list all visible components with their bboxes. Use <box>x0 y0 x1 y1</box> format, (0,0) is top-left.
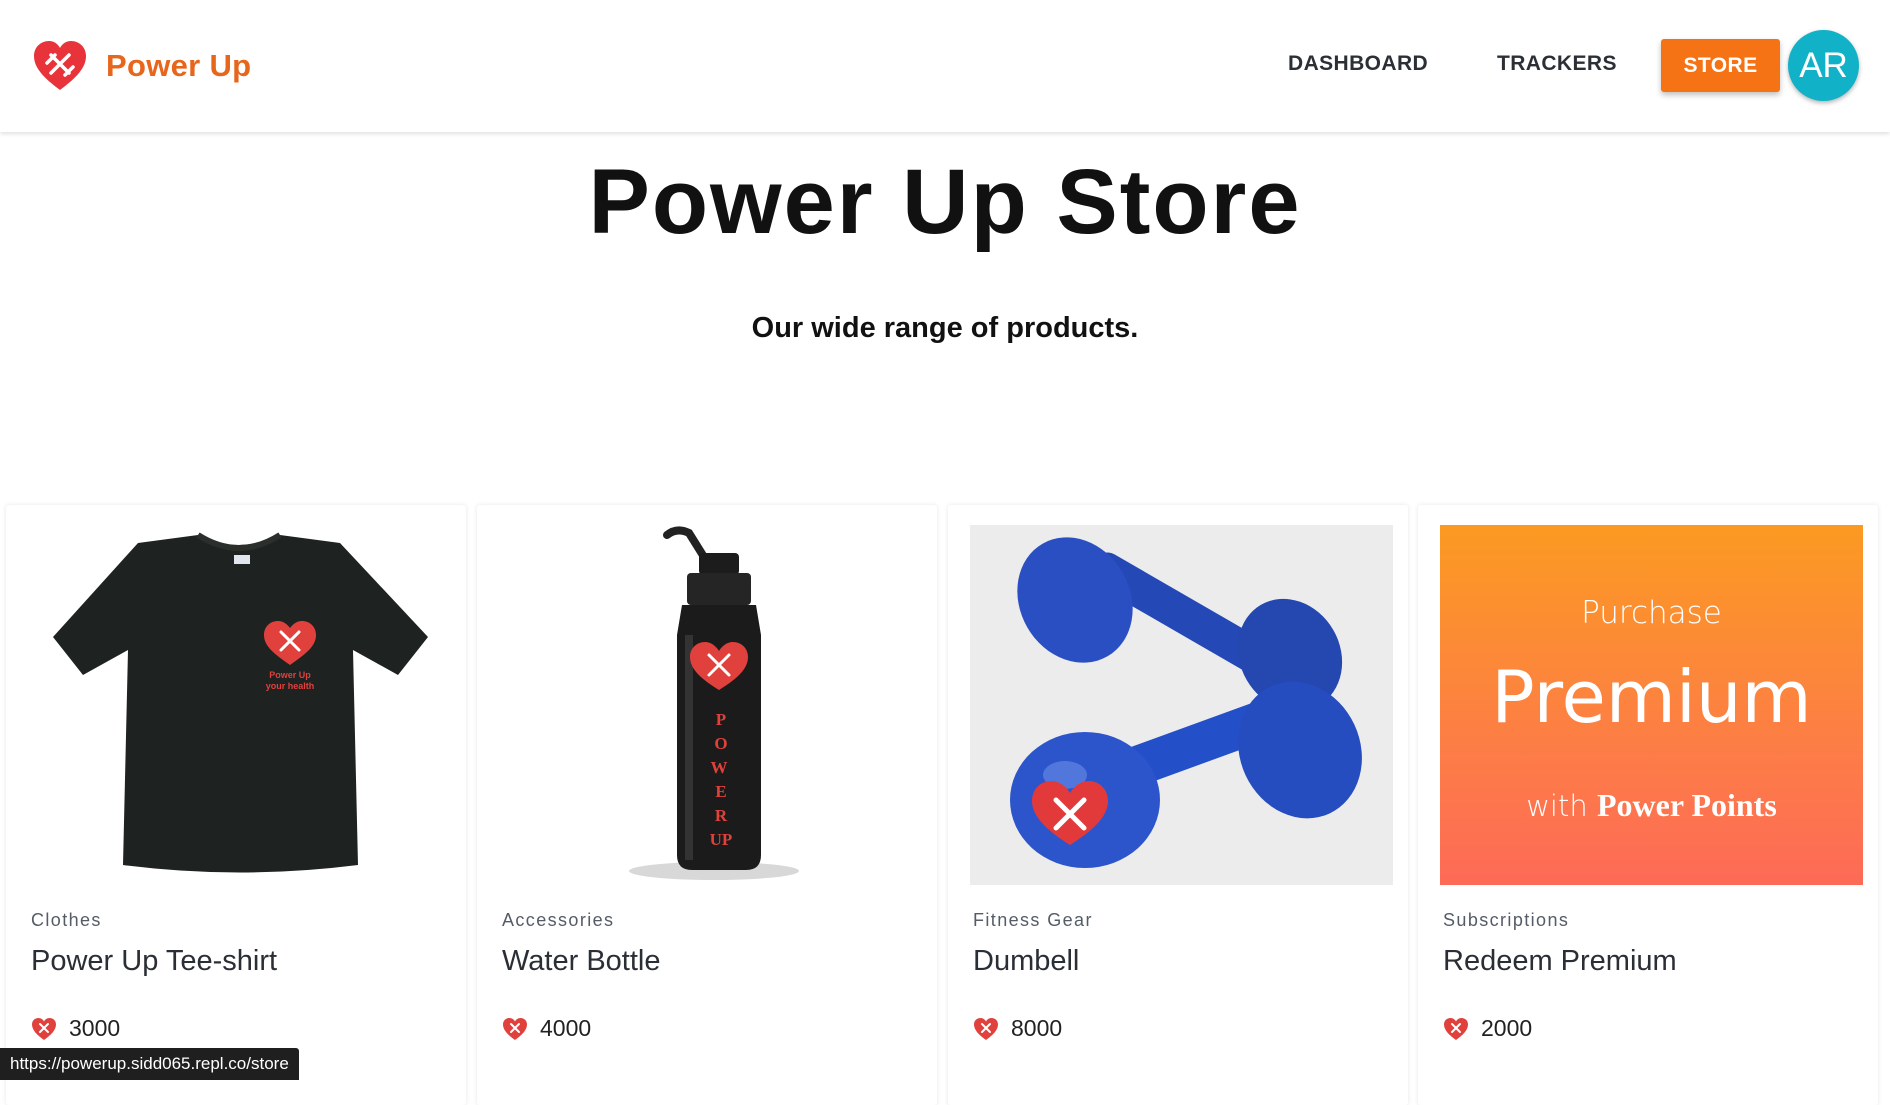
power-points-icon <box>1444 1017 1468 1040</box>
product-category: Fitness Gear <box>973 910 1093 930</box>
power-points-icon <box>32 1017 56 1040</box>
product-category: Subscriptions <box>1443 910 1570 930</box>
product-card-water-bottle[interactable]: POW E R UP Accessories Water Bottle 4000 <box>477 505 937 1105</box>
product-price: 4000 <box>502 1015 591 1042</box>
product-price: 3000 <box>31 1015 120 1042</box>
dumbbell-image <box>970 525 1393 885</box>
product-price: 8000 <box>973 1015 1062 1042</box>
nav-dashboard[interactable]: DASHBOARD <box>1288 52 1428 76</box>
price-value: 8000 <box>1011 1015 1063 1041</box>
premium-banner-line3: with Power Points <box>1440 787 1863 824</box>
price-value: 3000 <box>69 1015 121 1041</box>
product-card-tshirt[interactable]: Power Up your health Clothes Power Up Te… <box>6 505 466 1105</box>
premium-banner-with: with <box>1526 789 1597 823</box>
premium-banner-power-points: Power Points <box>1596 787 1777 823</box>
price-value: 4000 <box>540 1015 592 1041</box>
nav-store-button[interactable]: STORE <box>1661 39 1780 92</box>
premium-banner-line2: Premium <box>1491 655 1812 739</box>
price-value: 2000 <box>1481 1015 1533 1041</box>
product-card-premium[interactable]: Purchase Premium with Power Points Subsc… <box>1418 505 1878 1105</box>
brand-name: Power Up <box>106 48 252 83</box>
product-category: Clothes <box>31 910 102 930</box>
product-name[interactable]: Redeem Premium <box>1443 945 1677 978</box>
product-card-dumbell[interactable]: Fitness Gear Dumbell 8000 <box>948 505 1408 1105</box>
heart-logo-icon <box>34 41 86 90</box>
product-category: Accessories <box>502 910 615 930</box>
status-url-tooltip: https://powerup.sidd065.repl.co/store <box>0 1048 299 1080</box>
user-avatar[interactable]: AR <box>1788 30 1859 101</box>
top-navbar: Power Up DASHBOARD TRACKERS STORE AR <box>0 0 1890 132</box>
power-points-icon <box>974 1017 998 1040</box>
product-name[interactable]: Dumbell <box>973 945 1079 978</box>
product-name[interactable]: Water Bottle <box>502 945 660 978</box>
water-bottle-image: POW E R UP <box>499 525 922 885</box>
tshirt-image: Power Up your health <box>28 525 451 885</box>
premium-banner-image: Purchase Premium with Power Points <box>1440 525 1863 885</box>
product-name[interactable]: Power Up Tee-shirt <box>31 945 277 978</box>
svg-text:Power Up: Power Up <box>269 670 311 680</box>
power-points-icon <box>503 1017 527 1040</box>
nav-trackers[interactable]: TRACKERS <box>1497 52 1617 76</box>
page-subtitle: Our wide range of products. <box>751 312 1139 344</box>
brand[interactable]: Power Up <box>32 38 251 94</box>
product-price: 2000 <box>1443 1015 1532 1042</box>
page-title: Power Up Store <box>588 151 1302 253</box>
svg-text:your health: your health <box>266 681 315 691</box>
premium-banner-line1: Purchase <box>1581 595 1722 631</box>
